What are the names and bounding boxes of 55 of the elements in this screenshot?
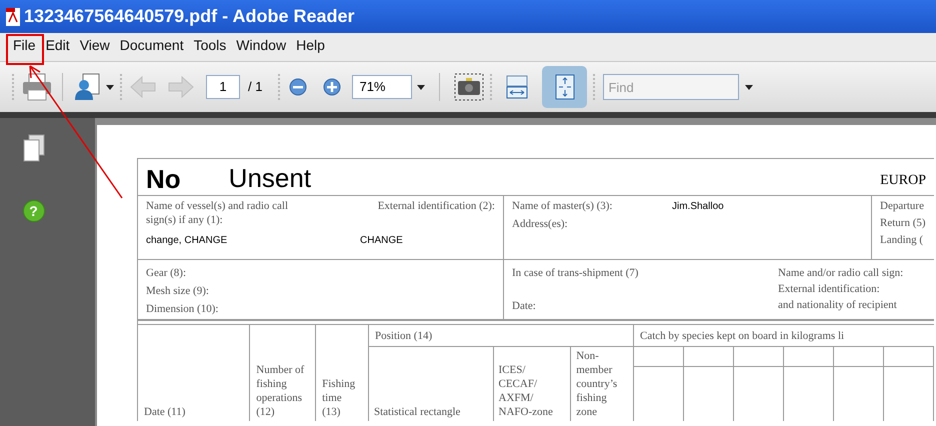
column-header: Number of fishing operations (12) [256, 363, 306, 419]
field-label: Name of master(s) (3): [512, 199, 614, 214]
field-label: In case of trans-shipment (7) [512, 266, 640, 280]
dropdown-caret-icon [745, 84, 754, 90]
field-label: Date: [512, 299, 537, 313]
column-header: Date (11) [144, 405, 186, 419]
column-header: Non-member country’s fishing zone [576, 349, 618, 419]
form-header-text: EUROP [880, 172, 926, 190]
window-title: 1323467564640579.pdf - Adobe Reader [24, 5, 355, 28]
column-header: Position (14) [374, 328, 432, 342]
fit-page-icon [554, 74, 575, 100]
menu-item[interactable]: Help [291, 35, 330, 61]
pdf-file-icon [6, 8, 20, 26]
page-number-field[interactable]: 1 [206, 75, 240, 99]
menu-item[interactable]: Document [114, 35, 189, 61]
fit-width-icon [506, 75, 528, 99]
field-label: Gear (8): [146, 266, 188, 280]
caret-icon [106, 84, 114, 90]
form-status: Unsent [228, 163, 312, 193]
field-label: Address(es): [512, 217, 569, 231]
highlight-rectangle [6, 34, 44, 65]
field-label: Return (5) [880, 216, 926, 230]
form-number-label: No [146, 165, 181, 193]
menu-item[interactable]: Edit [40, 35, 75, 61]
column-header: Catch by species kept on board in kilograms li [640, 328, 844, 342]
menu-item[interactable]: View [74, 35, 115, 61]
find-field[interactable]: Find [603, 74, 740, 100]
dropdown-caret-icon [417, 84, 426, 90]
camera-icon[interactable] [454, 73, 484, 101]
column-header: Statistical rectangle [374, 405, 460, 419]
pages-icon[interactable] [22, 134, 44, 162]
field-label: Departure [880, 199, 925, 213]
field-label: Mesh size (9): [146, 284, 210, 298]
field-label: and nationality of recipient [778, 298, 898, 312]
column-header: ICES/ CECAF/ AXFM/ NAFO-zone [498, 363, 554, 419]
printer-icon[interactable] [22, 73, 52, 101]
menu-item[interactable]: File [8, 35, 41, 61]
field-value: Jim.Shalloo [672, 200, 724, 214]
column-header: Fishing time (13) [322, 377, 356, 419]
page-total: / 1 [248, 78, 262, 96]
field-label: Name and/or radio call sign: [778, 266, 904, 280]
fit-page-button[interactable] [542, 66, 588, 108]
zoom-field[interactable]: 71% [352, 75, 412, 99]
zoom-out-icon[interactable] [288, 77, 308, 97]
zoom-in-icon[interactable] [322, 77, 342, 97]
field-label: External identification (2): [378, 199, 495, 214]
field-label: External identification: [778, 282, 881, 296]
field-label: Landing ( [880, 233, 924, 247]
field-value: CHANGE [360, 234, 403, 248]
field-label: Name of vessel(s) and radio call sign(s) if any (1): [146, 199, 290, 227]
menu-item[interactable]: Window [231, 35, 292, 61]
field-value: change, CHANGE [146, 234, 228, 248]
field-label: Dimension (10): [146, 302, 220, 316]
menu-item[interactable]: Tools [188, 35, 232, 61]
share-button[interactable] [73, 73, 114, 101]
